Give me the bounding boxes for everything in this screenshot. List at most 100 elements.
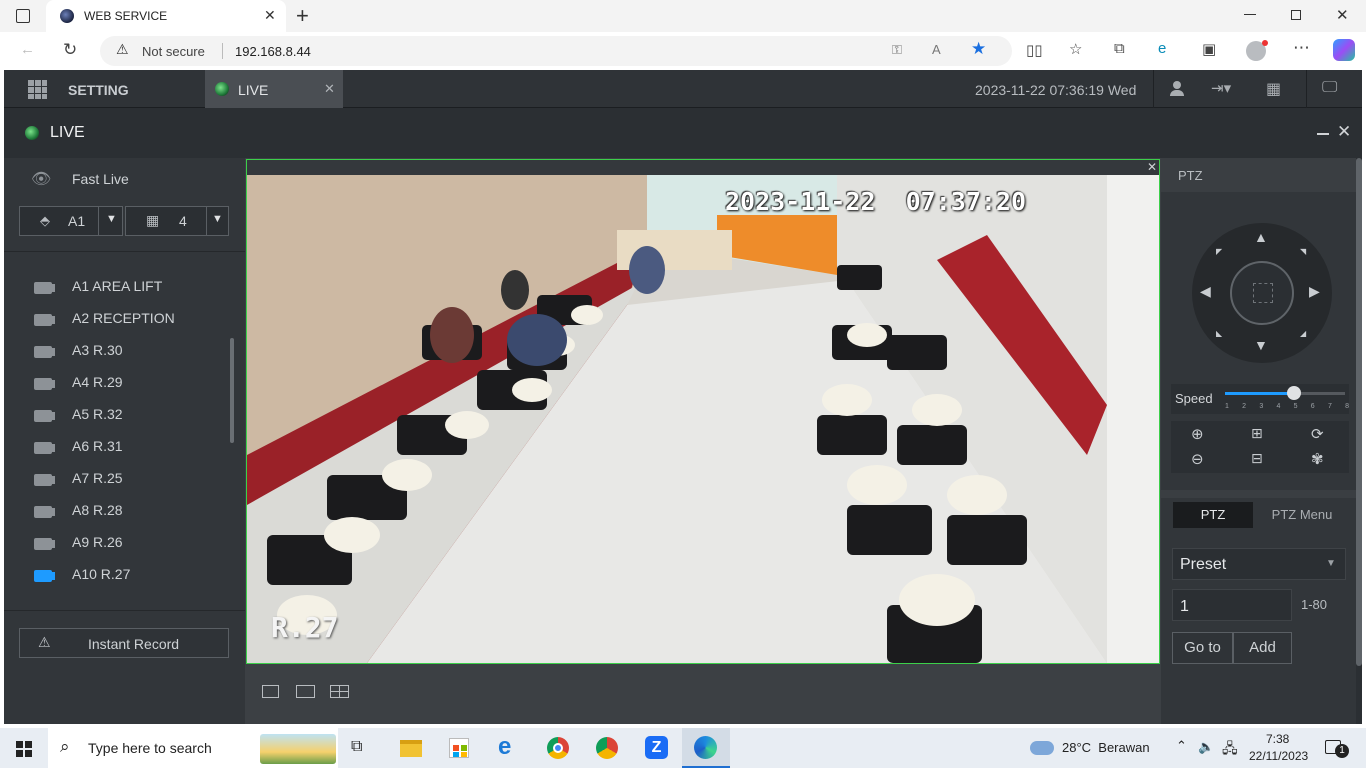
fullscreen-icon[interactable]: [262, 685, 279, 698]
close-window-icon[interactable]: ✕: [1336, 6, 1349, 24]
list-scrollbar[interactable]: [230, 338, 234, 443]
url-text[interactable]: 192.168.8.44: [235, 44, 311, 59]
fast-live-icon[interactable]: 👁: [31, 169, 51, 189]
arrow-right-icon[interactable]: ▶: [1309, 283, 1320, 300]
page-scrollbar[interactable]: [1356, 158, 1362, 724]
list-item[interactable]: A3 R.30: [4, 334, 230, 366]
read-aloud-icon[interactable]: A: [932, 42, 941, 57]
arrow-up-left-icon[interactable]: ◤: [1216, 247, 1222, 256]
zoom-app-icon[interactable]: Z: [645, 736, 668, 759]
clock-time[interactable]: 7:38: [1266, 732, 1289, 746]
single-view-icon[interactable]: [296, 685, 315, 698]
weather-icon[interactable]: [1030, 741, 1054, 755]
camera-feed[interactable]: 2023-11-22 07:37:20 R.27: [247, 175, 1159, 663]
tab-actions-icon[interactable]: [16, 9, 30, 23]
video-window[interactable]: ✕ 2023-11-22 07:37:20 R.27: [246, 159, 1160, 664]
tab-ptz-menu[interactable]: PTZ Menu: [1257, 502, 1347, 528]
windows-start-icon[interactable]: [16, 741, 32, 757]
back-icon[interactable]: ←: [20, 41, 35, 58]
logout-icon[interactable]: ⇥▾: [1211, 79, 1231, 97]
store-icon[interactable]: [449, 738, 469, 758]
restore-window-icon[interactable]: [1291, 10, 1301, 20]
minimize-window-icon[interactable]: [1244, 14, 1256, 15]
key-icon[interactable]: ⚿: [892, 42, 902, 58]
list-item[interactable]: A7 R.25: [4, 462, 230, 494]
browser-tab[interactable]: WEB SERVICE ✕: [46, 0, 286, 32]
edge-extension-icon[interactable]: e: [1158, 40, 1166, 57]
taskbar-search-box[interactable]: ⌕ Type here to search: [48, 728, 338, 768]
more-options-icon[interactable]: ⋯: [1293, 38, 1310, 58]
split-screen-icon[interactable]: ▯▯: [1026, 41, 1043, 59]
display-monitor-icon[interactable]: 🖵: [1322, 79, 1337, 97]
file-explorer-icon[interactable]: [400, 740, 422, 757]
volume-icon[interactable]: 🔈: [1198, 739, 1214, 755]
layout-select[interactable]: ▦ 4 ▼: [125, 206, 229, 236]
close-panel-icon[interactable]: ✕: [1337, 122, 1351, 142]
list-item[interactable]: A2 RECEPTION: [4, 302, 230, 334]
arrow-up-icon[interactable]: ▲: [1254, 229, 1268, 245]
speed-slider[interactable]: [1225, 386, 1345, 400]
refresh-icon[interactable]: ↻: [63, 40, 77, 60]
arrow-down-icon[interactable]: ▼: [1254, 337, 1268, 353]
qr-code-icon[interactable]: ▦: [1266, 79, 1281, 99]
tab-ptz[interactable]: PTZ: [1173, 502, 1253, 528]
internet-explorer-icon[interactable]: e: [498, 733, 511, 761]
close-video-icon[interactable]: ✕: [1147, 160, 1157, 174]
setting-nav-label[interactable]: SETTING: [68, 82, 129, 98]
close-live-tab-icon[interactable]: ✕: [324, 81, 335, 97]
new-tab-icon[interactable]: +: [296, 3, 309, 29]
close-tab-icon[interactable]: ✕: [264, 7, 276, 24]
zoom-in-icon[interactable]: ⊕: [1191, 425, 1204, 443]
chrome-profile-icon[interactable]: [596, 737, 618, 759]
area-select[interactable]: ⬘ A1 ▼: [19, 206, 123, 236]
speed-slider-knob[interactable]: [1286, 386, 1301, 400]
list-item[interactable]: A5 R.32: [4, 398, 230, 430]
network-icon[interactable]: 🖧: [1222, 738, 1238, 762]
menu-grid-icon[interactable]: [28, 80, 47, 99]
quad-view-icon[interactable]: [330, 685, 349, 698]
collections-icon[interactable]: ⧉: [1114, 40, 1125, 57]
task-view-icon[interactable]: ⧉: [351, 738, 362, 756]
arrow-down-right-icon[interactable]: ◢: [1300, 329, 1306, 338]
weather-text[interactable]: 28°C Berawan: [1062, 740, 1150, 755]
list-item[interactable]: A10 R.27: [4, 558, 230, 590]
focus-far-icon[interactable]: ⊟: [1251, 450, 1263, 467]
list-item[interactable]: A8 R.28: [4, 494, 230, 526]
live-nav-tab[interactable]: LIVE ✕: [205, 70, 343, 108]
clock-date[interactable]: 22/11/2023: [1249, 749, 1308, 763]
user-icon[interactable]: [1170, 81, 1184, 97]
address-bar[interactable]: ⚠ Not secure 192.168.8.44 ⚿ A ★: [100, 36, 1012, 66]
list-item[interactable]: A1 AREA LIFT: [4, 270, 230, 302]
fast-live-label[interactable]: Fast Live: [72, 171, 129, 187]
add-preset-button[interactable]: Add: [1233, 632, 1292, 664]
camera-label: A4 R.29: [72, 374, 123, 390]
chrome-icon[interactable]: [547, 737, 569, 759]
browser-essentials-icon[interactable]: ▣: [1202, 40, 1216, 58]
iris-open-icon[interactable]: ⟳: [1311, 425, 1324, 443]
chevron-up-icon[interactable]: ⌃: [1176, 738, 1187, 754]
minimize-panel-icon[interactable]: [1317, 133, 1329, 135]
arrow-up-right-icon[interactable]: ◥: [1300, 247, 1306, 256]
warning-icon[interactable]: ⚠: [116, 41, 129, 58]
instant-record-button[interactable]: ⚠ Instant Record: [19, 628, 229, 658]
favorites-icon[interactable]: ☆: [1069, 40, 1082, 58]
security-label[interactable]: Not secure: [142, 44, 205, 59]
list-item[interactable]: A9 R.26: [4, 526, 230, 558]
arrow-left-icon[interactable]: ◀: [1200, 283, 1211, 300]
list-item[interactable]: A6 R.31: [4, 430, 230, 462]
arrow-down-left-icon[interactable]: ◣: [1216, 329, 1222, 338]
page-scrollbar-thumb[interactable]: [1356, 158, 1362, 666]
copilot-icon[interactable]: [1333, 39, 1355, 61]
zoom-out-icon[interactable]: ⊖: [1191, 450, 1204, 468]
iris-close-icon[interactable]: ✾: [1311, 450, 1324, 468]
goto-button[interactable]: Go to: [1172, 632, 1233, 664]
preset-select[interactable]: Preset ▼: [1172, 548, 1346, 580]
video-titlebar: ✕: [247, 160, 1159, 175]
focus-near-icon[interactable]: ⊞: [1251, 425, 1263, 442]
preset-number-input[interactable]: 1: [1172, 589, 1292, 621]
ptz-center-ring[interactable]: [1230, 261, 1294, 325]
list-item[interactable]: A4 R.29: [4, 366, 230, 398]
favorite-star-icon[interactable]: ★: [971, 39, 986, 59]
ptz-direction-pad[interactable]: ▲ ▼ ◀ ▶ ◤ ◥ ◣ ◢: [1192, 223, 1332, 363]
edge-taskbar-button[interactable]: [682, 728, 730, 768]
